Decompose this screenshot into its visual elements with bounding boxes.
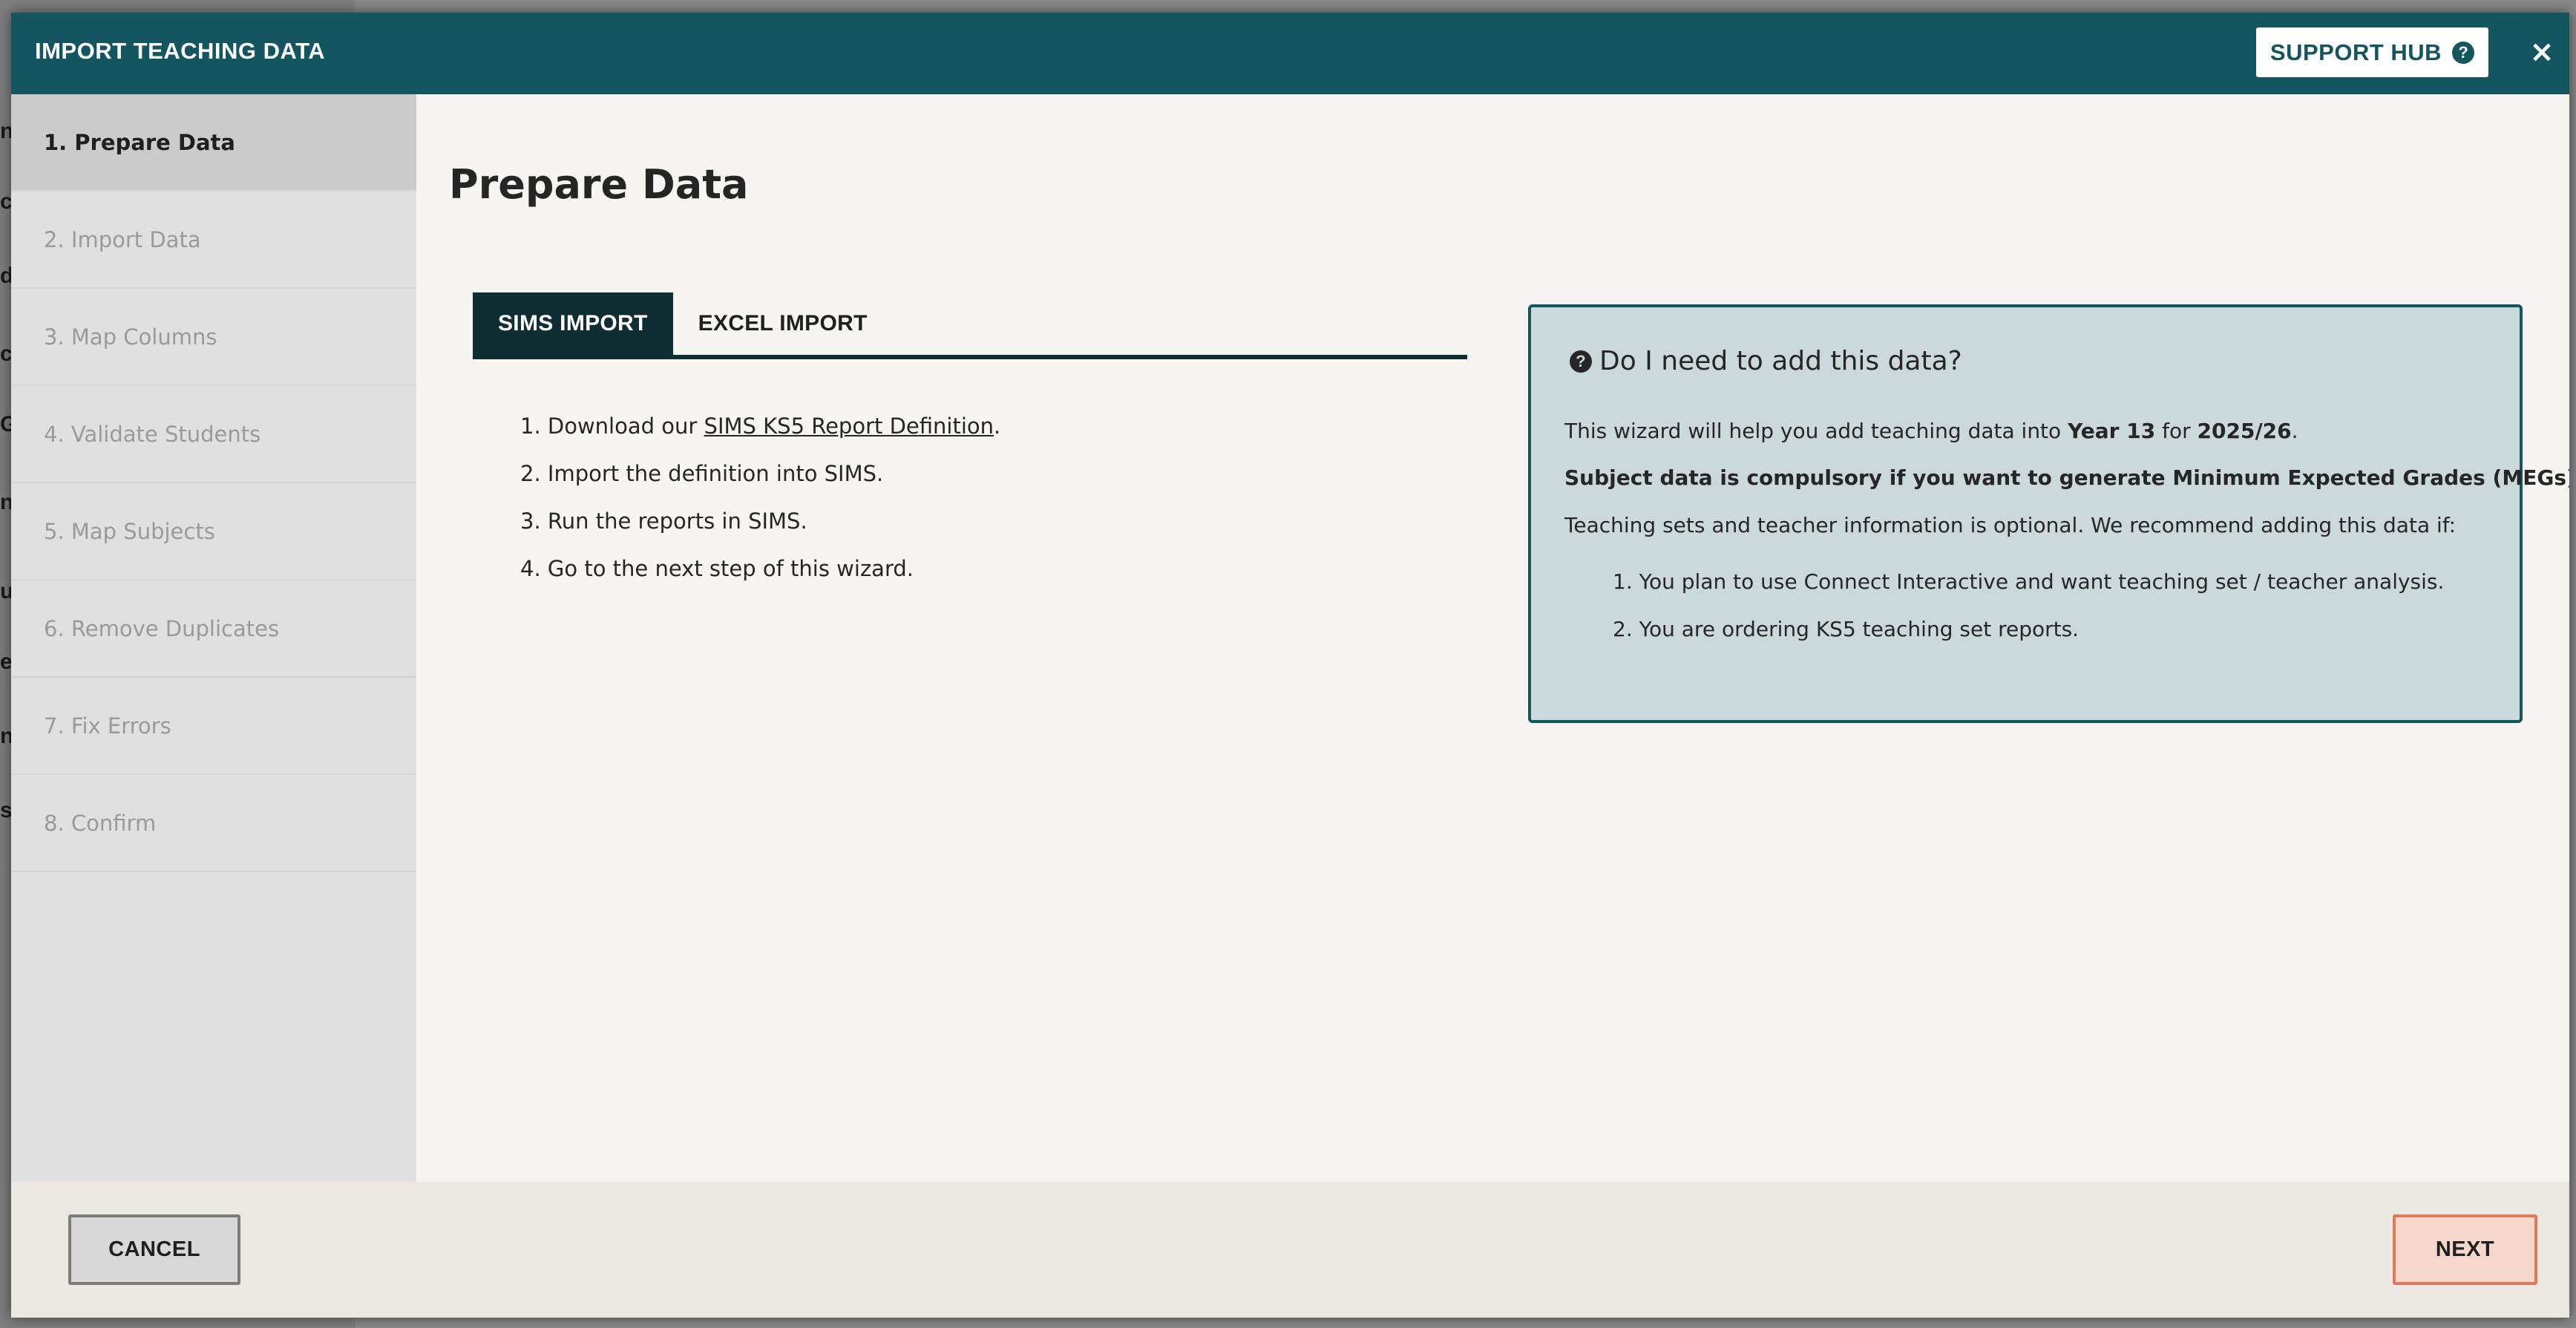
tab-excel-import[interactable]: EXCEL IMPORT bbox=[673, 292, 893, 355]
tab-sims-import[interactable]: SIMS IMPORT bbox=[473, 292, 673, 355]
sidebar-step-import-data[interactable]: 2. Import Data bbox=[11, 192, 416, 289]
main-content: Prepare Data SIMS IMPORT EXCEL IMPORT 1.… bbox=[416, 94, 2569, 1182]
info-compulsory-note: Subject data is compulsory if you want t… bbox=[1564, 465, 2569, 490]
instruction-text: . bbox=[994, 413, 1001, 439]
sidebar-step-map-columns[interactable]: 3. Map Columns bbox=[11, 289, 416, 386]
report-definition-link[interactable]: SIMS KS5 Report Definition bbox=[704, 413, 994, 439]
list-item: 3. Run the reports in SIMS. bbox=[520, 508, 807, 534]
info-text: This wizard will help you add teaching d… bbox=[1564, 419, 2068, 443]
sidebar-step-map-subjects[interactable]: 5. Map Subjects bbox=[11, 483, 416, 580]
support-hub-button[interactable]: SUPPORT HUB ? bbox=[2256, 27, 2488, 77]
info-panel: ? Do I need to add this data? This wizar… bbox=[1528, 304, 2569, 723]
close-icon[interactable]: × bbox=[2527, 33, 2557, 71]
sidebar-step-fix-errors[interactable]: 7. Fix Errors bbox=[11, 678, 416, 775]
instruction-text: 1. Download our bbox=[520, 413, 704, 439]
info-heading: ? Do I need to add this data? bbox=[1570, 346, 1962, 376]
modal-header: IMPORT TEACHING DATA SUPPORT HUB ? × bbox=[11, 13, 2569, 94]
sidebar-step-remove-duplicates[interactable]: 6. Remove Duplicates bbox=[11, 580, 416, 678]
support-hub-label: SUPPORT HUB bbox=[2269, 39, 2442, 65]
info-text: . bbox=[2291, 419, 2298, 443]
page-title: Prepare Data bbox=[449, 161, 749, 208]
wizard-steps-sidebar: 1. Prepare Data 2. Import Data 3. Map Co… bbox=[11, 94, 416, 1182]
modal-title: IMPORT TEACHING DATA bbox=[35, 38, 326, 64]
question-circle-icon: ? bbox=[2452, 41, 2475, 64]
list-item: 2. Import the definition into SIMS. bbox=[520, 461, 884, 486]
next-button[interactable]: NEXT bbox=[2393, 1214, 2537, 1285]
import-type-tabs: SIMS IMPORT EXCEL IMPORT bbox=[473, 292, 1467, 359]
sidebar-step-confirm[interactable]: 8. Confirm bbox=[11, 775, 416, 872]
info-text: for bbox=[2155, 419, 2198, 443]
list-item: 1. Download our SIMS KS5 Report Definiti… bbox=[520, 402, 1000, 450]
info-list: 1. You plan to use Connect Interactive a… bbox=[1613, 558, 2444, 653]
info-intro: This wizard will help you add teaching d… bbox=[1564, 419, 2298, 443]
modal-footer: CANCEL NEXT bbox=[11, 1182, 2569, 1318]
cancel-button[interactable]: CANCEL bbox=[68, 1214, 240, 1285]
list-item: 2. You are ordering KS5 teaching set rep… bbox=[1613, 617, 2080, 641]
sidebar-step-prepare-data[interactable]: 1. Prepare Data bbox=[11, 94, 416, 192]
info-heading-text: Do I need to add this data? bbox=[1599, 346, 1962, 376]
list-item: 4. Go to the next step of this wizard. bbox=[520, 556, 914, 581]
period-value: 2025/26 bbox=[2197, 419, 2292, 443]
question-circle-icon: ? bbox=[1570, 350, 1592, 373]
info-optional-note: Teaching sets and teacher information is… bbox=[1564, 513, 2457, 537]
instructions-list: 1. Download our SIMS KS5 Report Definiti… bbox=[520, 402, 1000, 592]
sidebar-step-validate-students[interactable]: 4. Validate Students bbox=[11, 386, 416, 483]
year-value: Year 13 bbox=[2068, 419, 2156, 443]
list-item: 1. You plan to use Connect Interactive a… bbox=[1613, 569, 2445, 594]
import-wizard-modal: IMPORT TEACHING DATA SUPPORT HUB ? × 1. … bbox=[11, 13, 2569, 1318]
